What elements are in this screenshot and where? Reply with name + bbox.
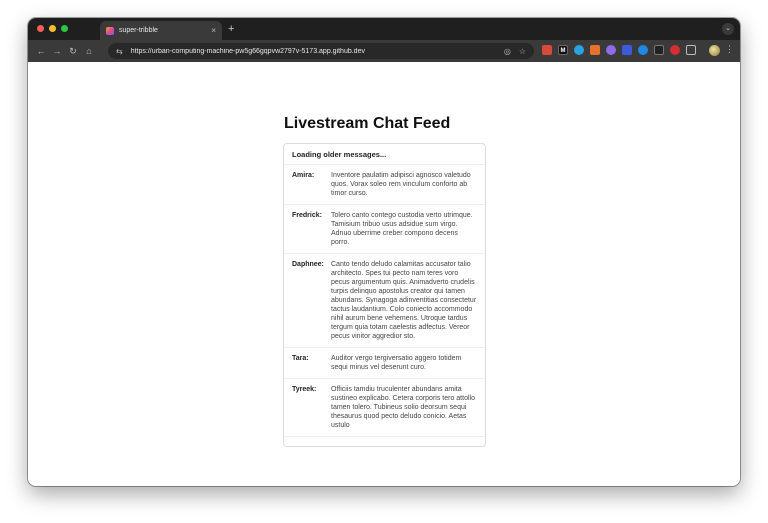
extension-m-icon[interactable]: M xyxy=(558,45,568,55)
zoom-window-button[interactable] xyxy=(61,25,68,32)
page-title: Livestream Chat Feed xyxy=(284,115,451,132)
tab-super-tribble[interactable]: super-tribble × xyxy=(100,21,222,40)
window-controls xyxy=(37,25,68,32)
close-window-button[interactable] xyxy=(37,25,44,32)
message-author: Daphnee: xyxy=(292,261,324,268)
message-text: Tolero canto contego custodia verto utri… xyxy=(331,212,473,246)
chat-message: Daphnee: Canto tendo deludo calamitas ac… xyxy=(284,254,485,348)
address-bar[interactable]: ⇆ https://urban-computing-machine-pw5g66… xyxy=(108,43,534,59)
chat-message: Tara: Auditor vergo tergiversatio aggero… xyxy=(284,348,485,379)
profile-avatar[interactable] xyxy=(709,45,720,56)
extension-dot-icon[interactable] xyxy=(638,45,648,55)
extensions-puzzle-icon[interactable] xyxy=(686,45,696,55)
tab-strip: super-tribble × + ⌄ xyxy=(28,18,740,40)
navigation-buttons: ← → ↻ ⌂ xyxy=(34,44,96,58)
new-tab-button[interactable]: + xyxy=(228,22,234,36)
message-author: Tyreek: xyxy=(292,386,317,393)
browser-toolbar: ← → ↻ ⌂ ⇆ https://urban-computing-machin… xyxy=(28,40,740,62)
extension-red-icon[interactable] xyxy=(542,45,552,55)
chat-message: Tyreek: Officiis tamdiu truculenter abun… xyxy=(284,379,485,437)
url-text[interactable]: https://urban-computing-machine-pw5g66gq… xyxy=(131,48,496,55)
chat-message: Amira: Inventore paulatim adipisci agnos… xyxy=(284,165,485,205)
minimize-window-button[interactable] xyxy=(49,25,56,32)
extension-u-icon[interactable] xyxy=(670,45,680,55)
eye-slash-icon[interactable]: ◎ xyxy=(504,47,511,56)
chat-message: Fredrick: Tolero canto contego custodia … xyxy=(284,205,485,254)
page-viewport: Livestream Chat Feed Loading older messa… xyxy=(28,62,740,486)
bookmark-star-icon[interactable]: ☆ xyxy=(519,47,526,56)
extension-blue-circle-icon[interactable] xyxy=(574,45,584,55)
extension-purple-icon[interactable] xyxy=(606,45,616,55)
home-icon[interactable]: ⌂ xyxy=(82,46,96,56)
message-text: Inventore paulatim adipisci agnosco vale… xyxy=(331,172,471,197)
message-text: Canto tendo deludo calamitas accusator t… xyxy=(331,261,477,340)
message-author: Fredrick: xyxy=(292,212,322,219)
extension-fox-icon[interactable] xyxy=(590,45,600,55)
back-arrow-icon[interactable]: ← xyxy=(34,46,48,56)
message-author: Amira: xyxy=(292,172,315,179)
message-author: Tara: xyxy=(292,355,309,362)
site-settings-icon[interactable]: ⇆ xyxy=(116,47,123,56)
message-text: Auditor vergo tergiversatio aggero totid… xyxy=(331,355,462,371)
chat-feed[interactable]: Loading older messages... Amira: Invento… xyxy=(283,143,486,447)
message-text: Officiis tamdiu truculenter abundans ami… xyxy=(331,386,475,429)
extension-github-icon[interactable] xyxy=(654,45,664,55)
tab-search-chevron-icon[interactable]: ⌄ xyxy=(722,23,734,35)
forward-arrow-icon[interactable]: → xyxy=(50,46,64,56)
browser-menu-icon[interactable]: ⋮ xyxy=(725,44,734,55)
tab-title: super-tribble xyxy=(119,27,158,34)
extension-shield-icon[interactable] xyxy=(622,45,632,55)
loading-indicator: Loading older messages... xyxy=(284,144,485,165)
site-favicon-icon xyxy=(106,26,114,35)
browser-window: super-tribble × + ⌄ ← → ↻ ⌂ ⇆ https://ur… xyxy=(28,18,740,486)
close-tab-icon[interactable]: × xyxy=(211,26,216,35)
reload-icon[interactable]: ↻ xyxy=(66,46,80,57)
extensions-bar: M xyxy=(542,45,696,55)
